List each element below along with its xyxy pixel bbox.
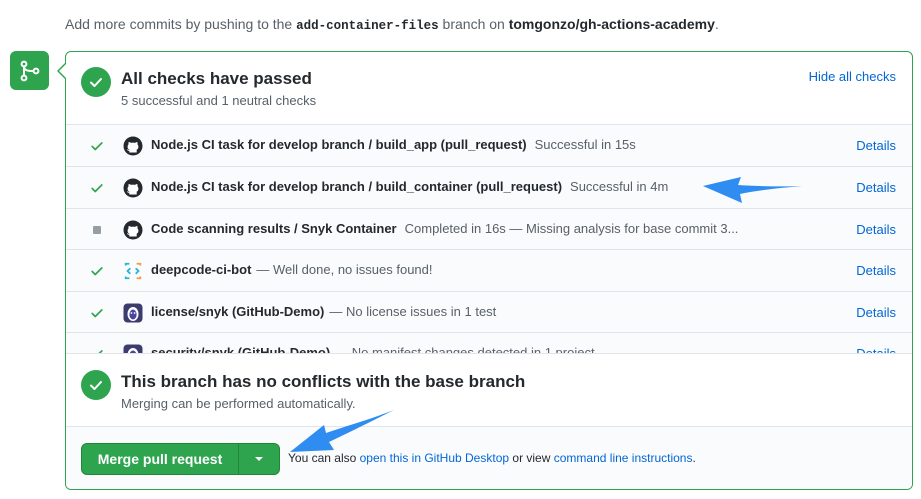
check-details-link[interactable]: Details xyxy=(856,305,896,320)
merge-pull-request-button[interactable]: Merge pull request xyxy=(82,444,239,474)
conflicts-title: This branch has no conflicts with the ba… xyxy=(121,372,526,391)
check-description: Successful in 15s xyxy=(534,137,636,152)
annotation-arrow-icon xyxy=(703,177,802,203)
checks-title: All checks have passed xyxy=(121,69,312,88)
check-name: Node.js CI task for develop branch / bui… xyxy=(151,179,563,194)
check-name: deepcode-ci-bot xyxy=(151,262,252,277)
check-details-link[interactable]: Details xyxy=(856,180,896,195)
neutral-status-icon xyxy=(89,222,105,238)
checks-list[interactable]: Node.js CI task for develop branch / bui… xyxy=(66,124,912,354)
check-description: — Well done, no issues found! xyxy=(256,262,433,277)
check-icon xyxy=(90,381,102,390)
check-icon xyxy=(90,78,102,87)
github-icon xyxy=(123,220,143,240)
check-row: Code scanning results / Snyk Container Co… xyxy=(66,209,912,250)
success-check-icon xyxy=(89,305,105,321)
checks-subtitle: 5 successful and 1 neutral checks xyxy=(121,93,317,108)
checks-passed-status xyxy=(81,67,111,97)
no-conflicts-status xyxy=(81,370,111,400)
success-check-icon xyxy=(89,180,105,196)
check-row: license/snyk (GitHub-Demo) — No license i… xyxy=(66,292,912,333)
branch-push-note: Add more commits by pushing to the add-c… xyxy=(65,16,719,33)
check-name: security/snyk (GitHub-Demo) xyxy=(151,345,331,354)
git-branch-icon xyxy=(20,60,39,81)
github-icon xyxy=(123,178,143,198)
merge-note-suffix: . xyxy=(692,451,696,465)
check-row: Node.js CI task for develop branch / bui… xyxy=(66,125,912,167)
caret-down-icon xyxy=(255,457,263,461)
repo-name: tomgonzo/gh-actions-academy xyxy=(508,16,715,32)
check-description: — No license issues in 1 test xyxy=(329,304,497,319)
check-details-link[interactable]: Details xyxy=(856,263,896,278)
note-prefix: Add more commits by pushing to the xyxy=(65,16,293,32)
check-description: Completed in 16s — Missing analysis for … xyxy=(404,221,739,236)
snyk-icon xyxy=(123,344,143,353)
note-suffix: . xyxy=(714,16,719,32)
command-line-instructions-link[interactable]: command line instructions xyxy=(554,451,693,465)
check-row: security/snyk (GitHub-Demo) — No manifest… xyxy=(66,333,912,354)
check-details-link[interactable]: Details xyxy=(856,222,896,237)
check-name: Code scanning results / Snyk Container xyxy=(151,221,397,236)
success-check-icon xyxy=(89,263,105,279)
check-description: — No manifest changes detected in 1 proj… xyxy=(335,345,595,354)
check-description: Successful in 4m xyxy=(570,179,669,194)
merge-button-group: Merge pull request xyxy=(81,443,280,475)
annotation-arrow-icon xyxy=(290,410,394,452)
merge-area: Merge pull request You can also open thi… xyxy=(66,426,912,489)
snyk-icon xyxy=(123,303,143,323)
success-check-icon xyxy=(89,138,105,154)
github-icon xyxy=(123,136,143,156)
check-details-link[interactable]: Details xyxy=(856,346,896,353)
check-name: Node.js CI task for develop branch / bui… xyxy=(151,137,527,152)
hide-all-checks-link[interactable]: Hide all checks xyxy=(809,69,896,84)
check-details-link[interactable]: Details xyxy=(856,138,896,153)
deepcode-icon xyxy=(123,261,143,281)
success-check-icon xyxy=(89,346,105,353)
note-middle: branch on xyxy=(442,16,505,32)
panel-caret-inner xyxy=(59,64,66,78)
branch-name: add-container-files xyxy=(296,19,439,33)
check-row: deepcode-ci-bot — Well done, no issues fo… xyxy=(66,250,912,292)
git-merge-badge xyxy=(10,51,49,90)
check-name: license/snyk (GitHub-Demo) xyxy=(151,304,325,319)
merge-status-panel: All checks have passed 5 successful and … xyxy=(65,51,913,490)
merge-note-middle: or view xyxy=(512,451,551,465)
merge-options-dropdown[interactable] xyxy=(239,444,279,474)
